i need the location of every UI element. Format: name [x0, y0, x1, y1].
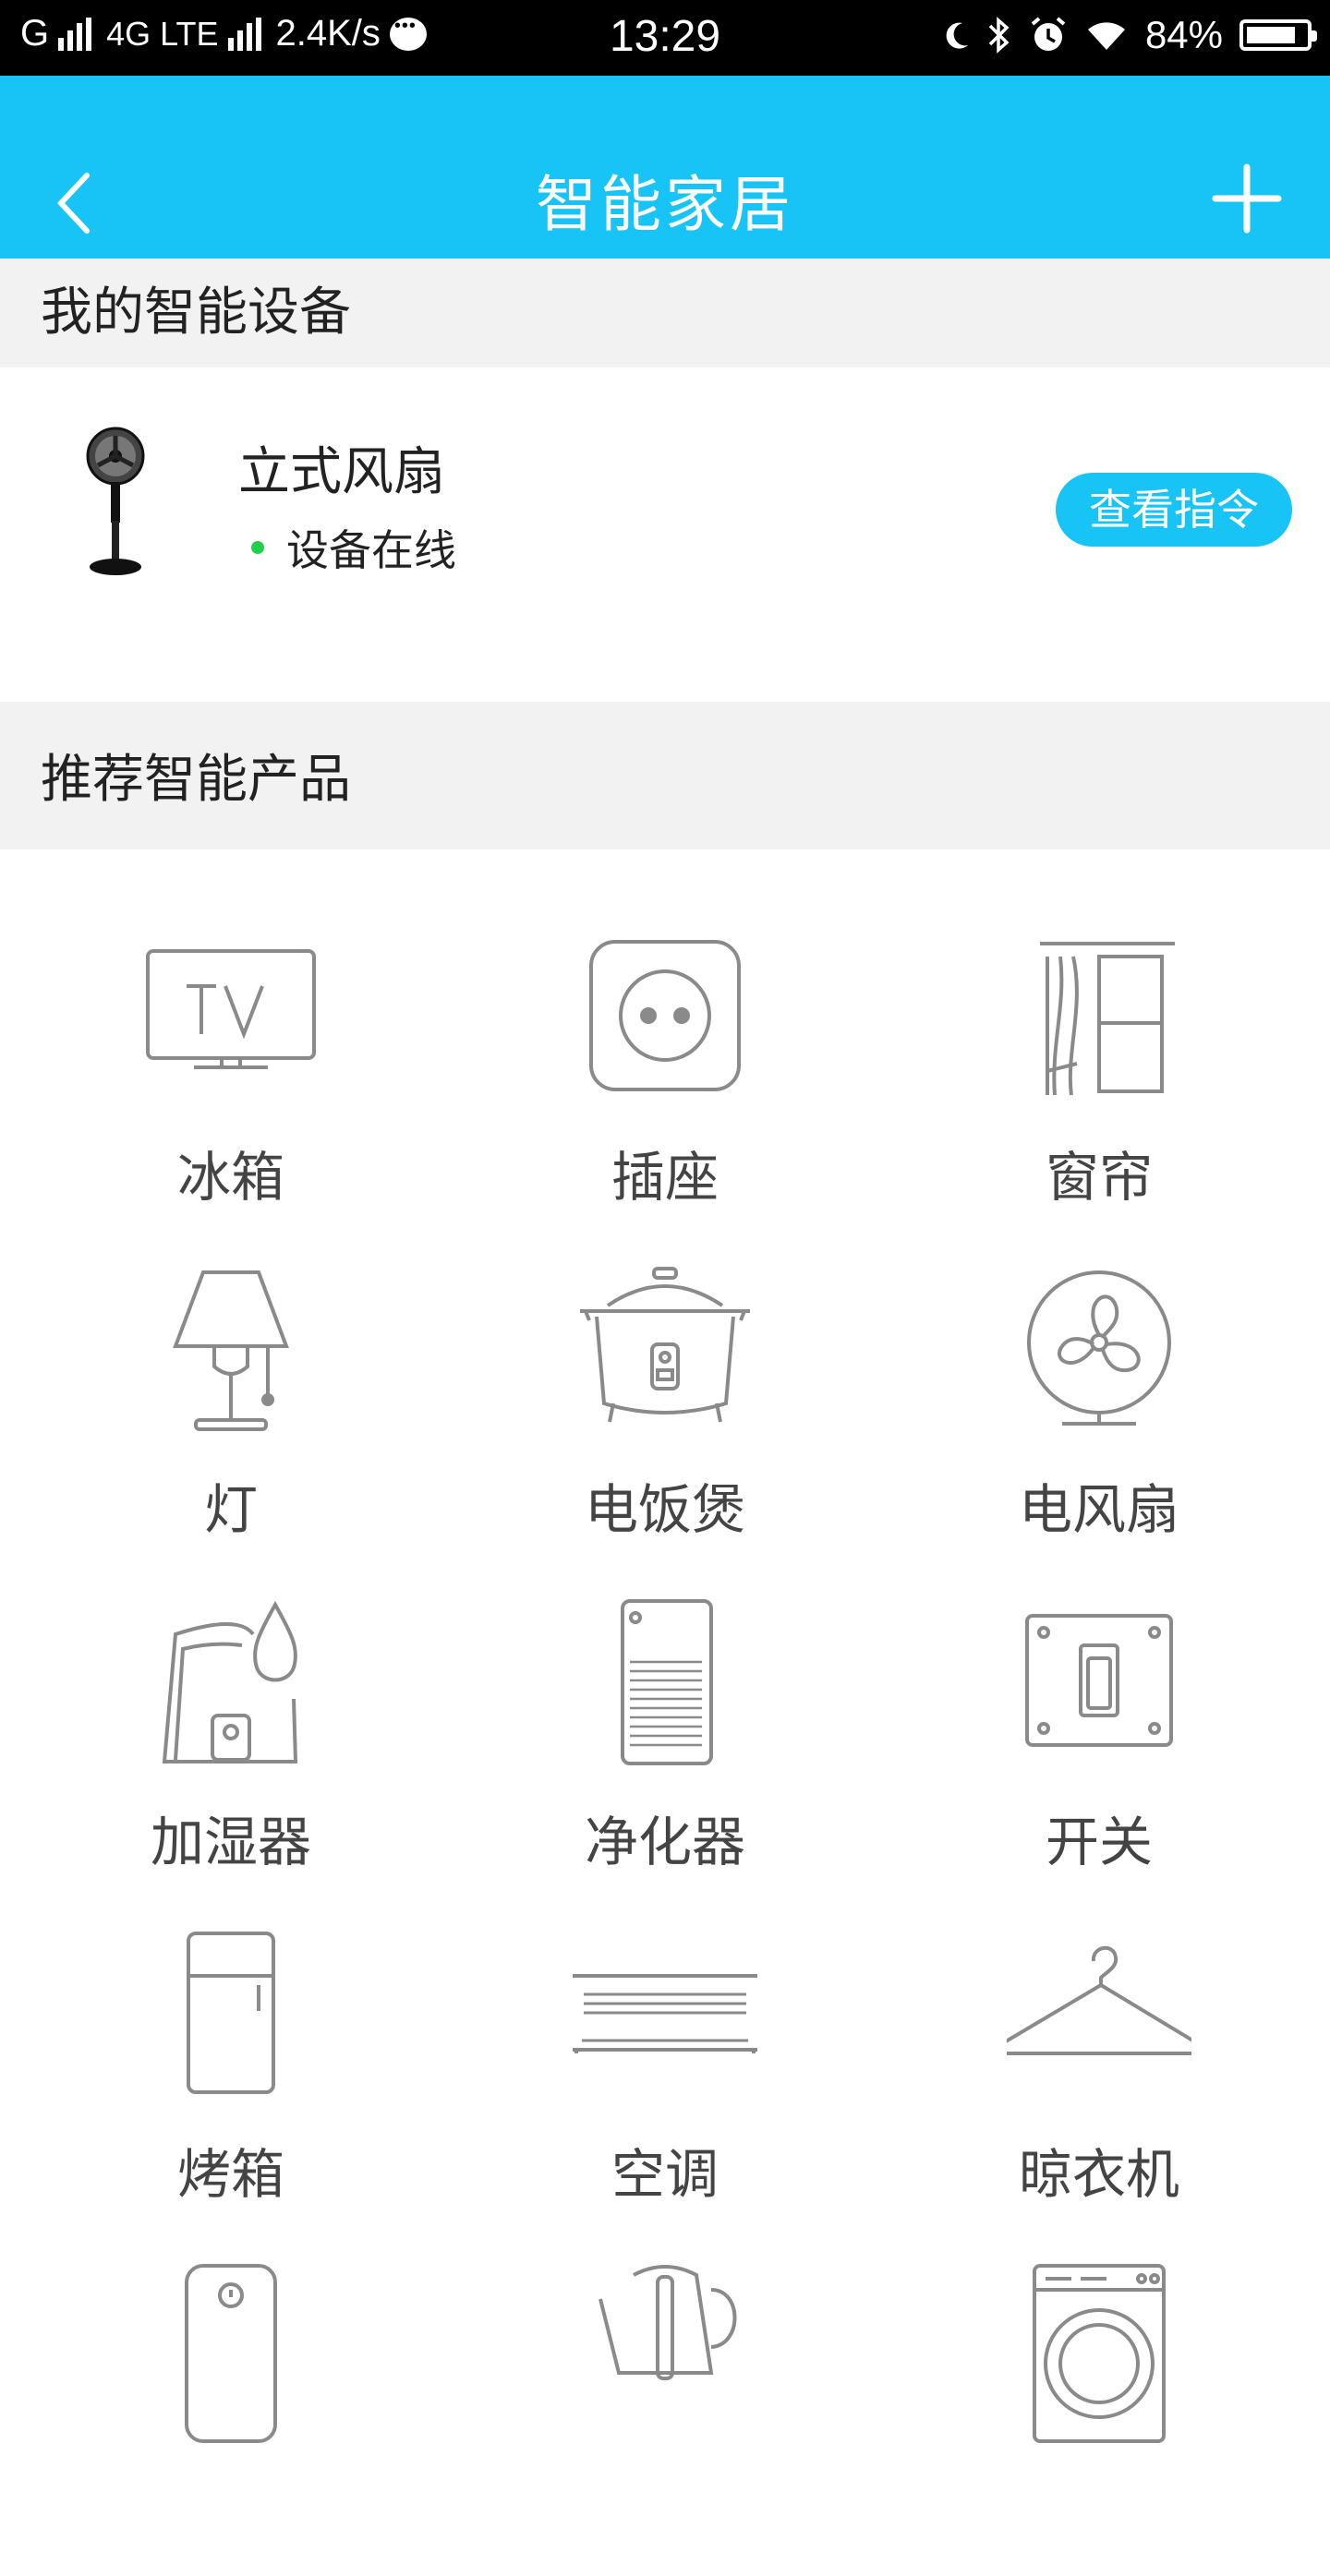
hanger-icon	[1007, 1930, 1191, 2114]
add-button[interactable]	[1210, 162, 1284, 235]
humidifier-icon	[139, 1597, 323, 1782]
product-grid: 冰箱 插座 窗帘 灯 电饭煲 电风扇 加湿器 净化器 开关 烤箱 空调 晾衣机	[0, 849, 1330, 2443]
product-item-oven[interactable]: 烤箱	[92, 1930, 369, 2244]
view-commands-button[interactable]: 查看指令	[1056, 473, 1292, 547]
air-conditioner-icon	[573, 1930, 757, 2114]
product-item-rice-cooker[interactable]: 电饭煲	[526, 1265, 804, 1579]
plus-icon	[1212, 163, 1282, 234]
app-header: 智能家居	[0, 76, 1330, 259]
recommended-header: 推荐智能产品	[0, 702, 1330, 849]
socket-icon	[573, 933, 757, 1117]
product-label: 加湿器	[150, 1811, 311, 1873]
device-status: 设备在线	[251, 517, 456, 578]
product-label: 电风扇	[1018, 1478, 1179, 1541]
page-title: 智能家居	[536, 169, 794, 240]
curtain-icon	[1007, 933, 1191, 1117]
product-item-switch[interactable]: 开关	[961, 1597, 1238, 1911]
online-dot	[251, 541, 264, 554]
battery-icon	[1239, 19, 1317, 51]
washing-machine-icon	[1007, 2262, 1191, 2447]
product-item-humidifier[interactable]: 加湿器	[92, 1597, 369, 1911]
heater-icon	[139, 2262, 323, 2447]
product-item-lamp[interactable]: 灯	[92, 1265, 369, 1579]
battery-percent: 84%	[1144, 13, 1223, 56]
product-item-hanger[interactable]: 晾衣机	[961, 1930, 1238, 2244]
product-item-curtain[interactable]: 窗帘	[961, 933, 1238, 1246]
product-label: 窗帘	[1045, 1146, 1153, 1209]
moon-icon	[942, 19, 970, 51]
product-label: 晾衣机	[1018, 2143, 1179, 2206]
product-label: 净化器	[584, 1811, 745, 1873]
product-item-heater[interactable]	[92, 2262, 369, 2576]
status-bar: G 4G LTE 2.4K/s 13:29 84%	[0, 0, 1330, 76]
alarm-icon	[1029, 16, 1068, 54]
product-label: 烤箱	[176, 2143, 284, 2206]
switch-icon	[1007, 1597, 1191, 1782]
product-label: 空调	[611, 2143, 719, 2206]
tv-icon	[139, 933, 323, 1117]
back-icon	[56, 173, 90, 234]
product-item-kettle[interactable]	[526, 2262, 804, 2576]
kettle-icon	[573, 2262, 757, 2447]
my-devices-header: 我的智能设备	[0, 259, 1330, 367]
product-label: 插座	[611, 1146, 719, 1209]
device-name: 立式风扇	[238, 442, 445, 502]
rice-cooker-icon	[573, 1265, 757, 1450]
product-item-fan[interactable]: 电风扇	[961, 1265, 1238, 1579]
status-right: 84%	[942, 13, 1317, 57]
product-item-socket[interactable]: 插座	[526, 933, 804, 1246]
back-button[interactable]	[44, 166, 109, 240]
lamp-icon	[139, 1265, 323, 1450]
product-label: 电饭煲	[584, 1478, 745, 1541]
product-item-purifier[interactable]: 净化器	[526, 1597, 804, 1911]
device-status-label: 设备在线	[286, 525, 456, 575]
product-label: 开关	[1045, 1811, 1153, 1873]
fridge-icon	[139, 1930, 323, 2114]
device-item[interactable]: 立式风扇 设备在线 查看指令	[0, 367, 1330, 702]
product-label: 冰箱	[176, 1146, 284, 1209]
product-item-air-conditioner[interactable]: 空调	[526, 1930, 804, 2244]
product-item-tv[interactable]: 冰箱	[92, 933, 369, 1246]
product-label: 灯	[203, 1478, 258, 1541]
standing-fan-image	[74, 423, 157, 580]
fan-icon	[1007, 1265, 1191, 1450]
wifi-icon	[1084, 18, 1129, 52]
product-item-washing-machine[interactable]	[961, 2262, 1238, 2576]
bluetooth-icon	[986, 15, 1012, 55]
purifier-icon	[573, 1597, 757, 1782]
